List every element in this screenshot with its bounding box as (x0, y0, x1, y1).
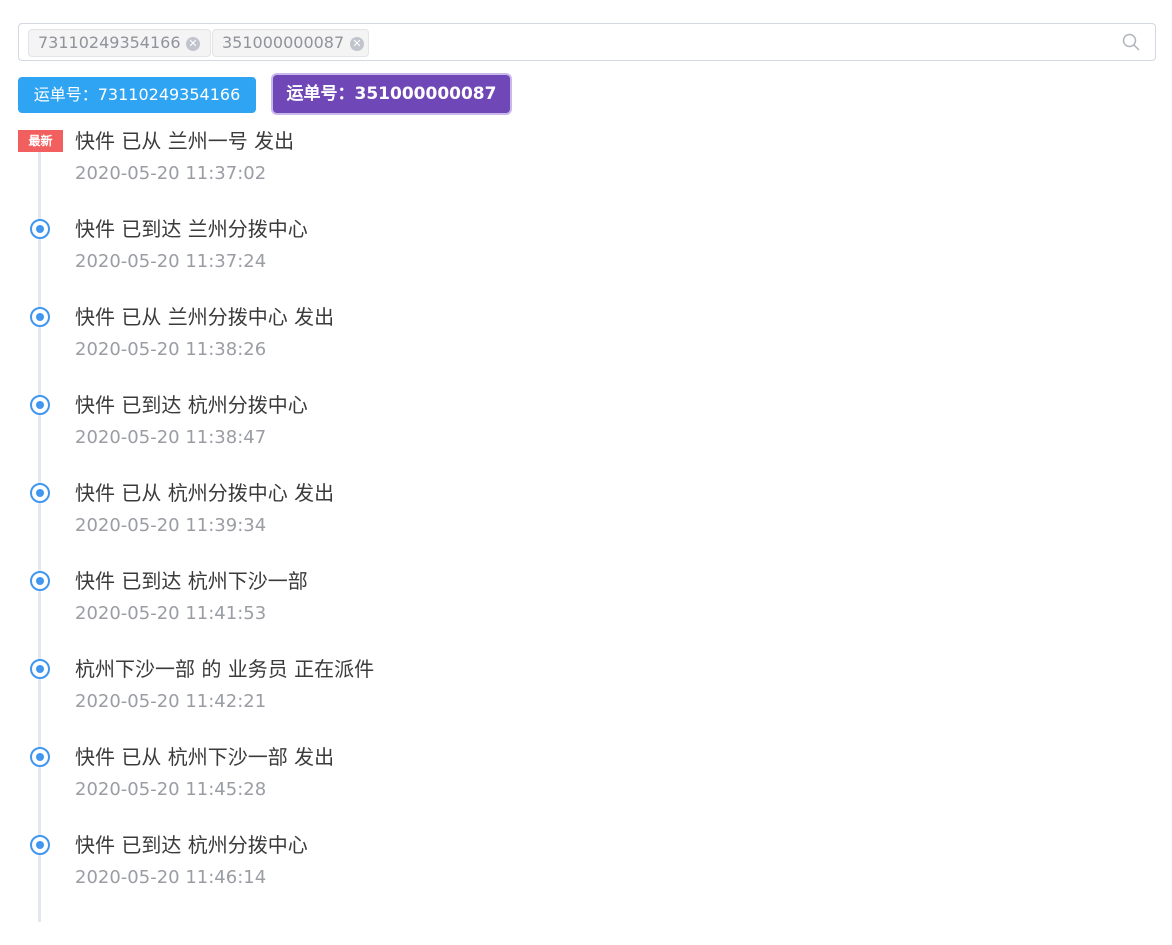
waybill-tag: 351000000087 ✕ (212, 29, 369, 57)
timeline-event: 快件 已到达 杭州分拨中心 2020-05-20 11:38:47 (0, 393, 1172, 474)
event-time: 2020-05-20 11:39:34 (75, 515, 267, 536)
timeline-event: 杭州下沙一部 的 业务员 正在派件 2020-05-20 11:42:21 (0, 657, 1172, 738)
timeline-dot-icon (30, 219, 50, 239)
event-time: 2020-05-20 11:42:21 (75, 691, 267, 712)
event-time: 2020-05-20 11:46:14 (75, 867, 267, 888)
timeline-dot-icon (30, 835, 50, 855)
timeline-dot-icon (30, 571, 50, 591)
search-icon[interactable] (1122, 33, 1140, 51)
waybill-button[interactable]: 运单号：73110249354166 (18, 77, 256, 113)
event-time: 2020-05-20 11:38:47 (75, 427, 267, 448)
timeline-event: 快件 已到达 杭州分拨中心 2020-05-20 11:46:14 (0, 833, 1172, 914)
event-text: 快件 已从 兰州分拨中心 发出 (75, 305, 335, 329)
waybill-tag-label: 73110249354166 (38, 33, 181, 52)
timeline-dot-icon (30, 659, 50, 679)
event-text: 快件 已到达 杭州下沙一部 (75, 569, 308, 593)
event-text: 快件 已从 兰州一号 发出 (75, 129, 295, 153)
timeline-event: 快件 已到达 杭州下沙一部 2020-05-20 11:41:53 (0, 569, 1172, 650)
event-text: 快件 已从 杭州分拨中心 发出 (75, 481, 335, 505)
event-time: 2020-05-20 11:37:24 (75, 251, 267, 272)
event-time: 2020-05-20 11:41:53 (75, 603, 267, 624)
timeline-event: 快件 已从 兰州分拨中心 发出 2020-05-20 11:38:26 (0, 305, 1172, 386)
waybill-button-active[interactable]: 运单号：351000000087 (273, 75, 510, 113)
timeline-event: 快件 已到达 兰州分拨中心 2020-05-20 11:37:24 (0, 217, 1172, 298)
event-text: 快件 已到达 杭州分拨中心 (75, 393, 308, 417)
timeline-event: 最新 快件 已从 兰州一号 发出 2020-05-20 11:37:02 (0, 129, 1172, 210)
waybill-tag: 73110249354166 ✕ (28, 29, 211, 57)
event-text: 快件 已到达 兰州分拨中心 (75, 217, 308, 241)
tag-close-icon[interactable]: ✕ (350, 37, 364, 51)
timeline-dot-icon (30, 747, 50, 767)
waybill-search-input[interactable]: 73110249354166 ✕ 351000000087 ✕ (18, 23, 1156, 61)
event-time: 2020-05-20 11:37:02 (75, 163, 267, 184)
timeline-dot-icon (30, 395, 50, 415)
timeline-event: 快件 已从 杭州下沙一部 发出 2020-05-20 11:45:28 (0, 745, 1172, 826)
timeline-dot-icon (30, 307, 50, 327)
timeline-event: 快件 已从 杭州分拨中心 发出 2020-05-20 11:39:34 (0, 481, 1172, 562)
event-text: 杭州下沙一部 的 业务员 正在派件 (75, 657, 375, 681)
waybill-tag-label: 351000000087 (222, 33, 345, 52)
event-time: 2020-05-20 11:38:26 (75, 339, 267, 360)
latest-badge: 最新 (18, 130, 63, 152)
event-text: 快件 已到达 杭州分拨中心 (75, 833, 308, 857)
event-text: 快件 已从 杭州下沙一部 发出 (75, 745, 335, 769)
timeline-dot-icon (30, 483, 50, 503)
tag-close-icon[interactable]: ✕ (186, 37, 200, 51)
event-time: 2020-05-20 11:45:28 (75, 779, 267, 800)
